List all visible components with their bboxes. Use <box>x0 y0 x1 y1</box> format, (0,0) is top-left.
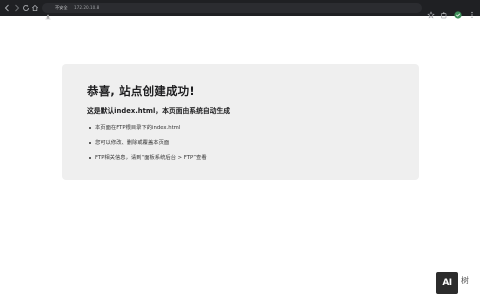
bullet-dot-icon <box>89 157 92 160</box>
forward-icon[interactable] <box>13 4 21 12</box>
watermark-text: 树 <box>461 276 469 285</box>
profile-icon[interactable] <box>454 4 462 19</box>
bullet-dot-icon <box>89 142 92 145</box>
warning-icon[interactable] <box>45 5 51 20</box>
home-icon[interactable] <box>31 4 39 12</box>
bookmark-icon[interactable] <box>427 4 435 19</box>
back-icon[interactable] <box>3 4 11 12</box>
watermark-logo-icon: AI <box>436 272 458 294</box>
address-bar[interactable]: 不安全 172.20.10.8 <box>42 3 422 20</box>
menu-icon[interactable] <box>468 4 476 19</box>
page-title: 恭喜, 站点创建成功! <box>87 84 195 98</box>
list-item: FTP相关信息，请到“面板系统后台 > FTP”查看 <box>89 155 207 170</box>
browser-toolbar: 不安全 172.20.10.8 <box>0 0 480 20</box>
url-text[interactable]: 172.20.10.8 <box>74 4 99 12</box>
watermark: AI 树 <box>436 272 480 296</box>
list-item: 本页面在FTP根目录下的index.html <box>89 125 207 140</box>
bullet-dot-icon <box>89 127 92 130</box>
welcome-card: 恭喜, 站点创建成功! 这是默认index.html，本页面由系统自动生成 本页… <box>62 64 419 180</box>
reload-icon[interactable] <box>22 4 30 12</box>
page-subtitle: 这是默认index.html，本页面由系统自动生成 <box>87 107 231 115</box>
info-list: 本页面在FTP根目录下的index.html 您可以修改、删除或覆盖本页面 FT… <box>89 125 207 170</box>
list-item: 您可以修改、删除或覆盖本页面 <box>89 140 207 155</box>
extension-icon[interactable] <box>440 4 448 19</box>
security-label: 不安全 <box>55 5 68 10</box>
